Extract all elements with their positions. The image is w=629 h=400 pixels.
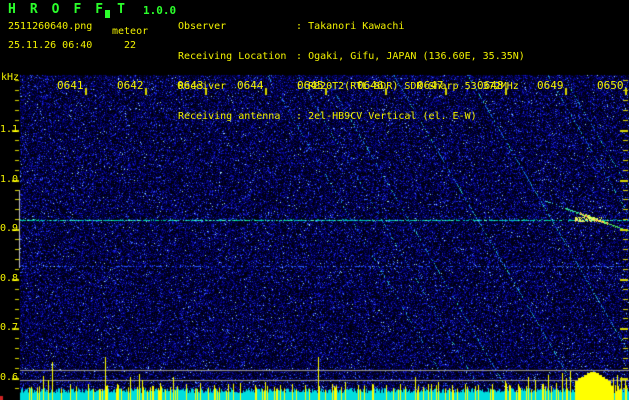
- mode-label: meteor: [112, 26, 149, 37]
- time-tick-label: 0643: [177, 79, 204, 92]
- time-tick-label: 0641: [57, 79, 84, 92]
- station-info: Observer: Takanori Kawachi Receiving Loc…: [178, 2, 525, 142]
- hrofft-window: HROFFT 1.0.0 2511260640.png meteor 25.11…: [0, 0, 629, 400]
- info-colon: :: [296, 51, 303, 62]
- info-colon: :: [296, 21, 303, 32]
- app-version: 1.0.0: [143, 4, 177, 17]
- time-tick-label: 0645: [297, 79, 324, 92]
- freq-tick-label: 0.9: [0, 223, 19, 234]
- time-tick-label: 0649: [537, 79, 564, 92]
- info-row-location: Receiving Location: Ogaki, Gifu, JAPAN (…: [178, 52, 525, 62]
- freq-tick-label: 0.8: [0, 273, 19, 284]
- info-label: Receiving Location: [178, 51, 287, 62]
- info-value: 2el-HB9CV Vertical (el. E-W): [308, 111, 477, 122]
- info-colon: :: [296, 111, 303, 122]
- freq-unit-label: kHz: [1, 72, 20, 83]
- app-title: HROFFT: [8, 2, 139, 17]
- info-label: Observer: [178, 21, 227, 32]
- freq-tick-label: 1.0: [0, 174, 19, 185]
- freq-tick-label: 0.6: [0, 372, 19, 383]
- info-label: Receiving antenna: [178, 111, 281, 122]
- info-value: Ogaki, Gifu, JAPAN (136.60E, 35.35N): [308, 51, 525, 62]
- time-tick-label: 0648: [477, 79, 504, 92]
- status-indicator-box: [105, 10, 110, 18]
- freq-tick-label: 1.1: [0, 124, 19, 135]
- meteor-count: 22: [124, 40, 137, 51]
- info-row-antenna: Receiving antenna: 2el-HB9CV Vertical (e…: [178, 112, 525, 122]
- time-tick-label: 0644: [237, 79, 264, 92]
- time-tick-label: 0642: [117, 79, 144, 92]
- time-tick-label: 0650: [597, 79, 624, 92]
- info-row-receiver: Receiver: R820T2(RTL-SDR) SDR-Sharp 53.3…: [178, 82, 525, 92]
- freq-tick-label: 0.7: [0, 322, 19, 333]
- output-filename: 2511260640.png: [8, 21, 93, 32]
- datetime-label: 25.11.26 06:40: [8, 40, 93, 51]
- info-row-observer: Observer: Takanori Kawachi: [178, 22, 525, 32]
- time-tick-label: 0647: [417, 79, 444, 92]
- info-value: Takanori Kawachi: [308, 21, 405, 32]
- time-tick-label: 0646: [357, 79, 384, 92]
